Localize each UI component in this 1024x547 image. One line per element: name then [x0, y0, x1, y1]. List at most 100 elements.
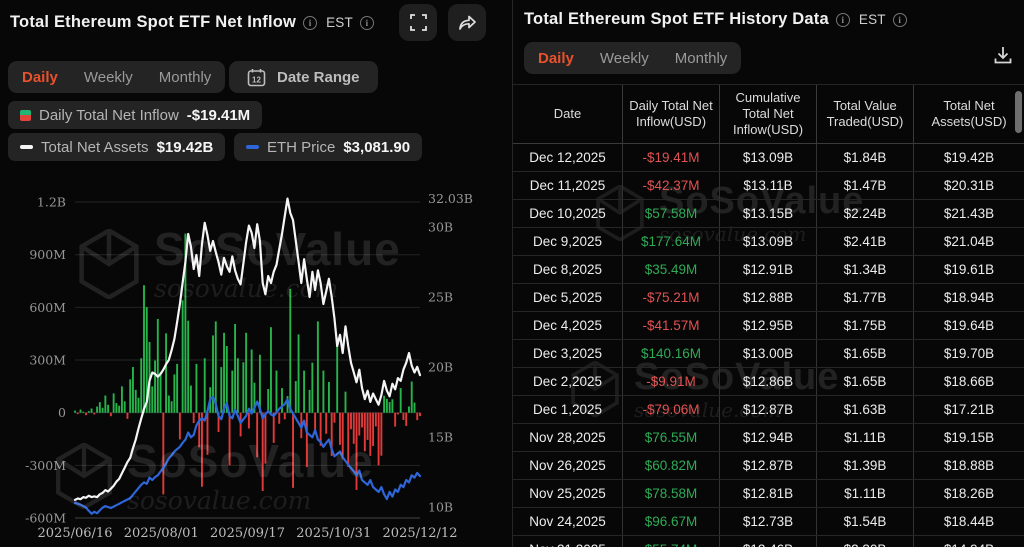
- cell-net-assets: $17.21B: [914, 396, 1024, 423]
- info-icon[interactable]: i: [303, 16, 317, 30]
- info-icon[interactable]: i: [836, 13, 850, 27]
- share-icon: [458, 14, 477, 31]
- legend-eth-price[interactable]: ETH Price $3,081.90: [234, 133, 422, 161]
- cell-net-assets: $18.66B: [914, 368, 1024, 395]
- legend-daily-net-inflow[interactable]: Daily Total Net Inflow -$19.41M: [8, 101, 262, 129]
- svg-text:2025/12/12: 2025/12/12: [383, 526, 458, 541]
- svg-text:30B: 30B: [428, 220, 453, 235]
- cell-daily-inflow: -$9.91M: [623, 368, 720, 395]
- table-row[interactable]: Dec 10,2025$57.58M$13.15B$2.24B$21.43B: [513, 200, 1024, 228]
- svg-text:2025/08/01: 2025/08/01: [124, 526, 199, 541]
- legend-value: -$19.41M: [187, 107, 250, 124]
- table-row[interactable]: Dec 11,2025-$42.37M$13.11B$1.47B$20.31B: [513, 172, 1024, 200]
- cell-cumulative-inflow: $12.91B: [720, 256, 817, 283]
- cell-date: Dec 5,2025: [513, 284, 623, 311]
- cell-value-traded: $2.30B: [817, 536, 914, 547]
- svg-text:0: 0: [58, 405, 66, 420]
- tab-weekly[interactable]: Weekly: [600, 50, 649, 67]
- svg-text:2025/10/31: 2025/10/31: [296, 526, 371, 541]
- cell-value-traded: $1.63B: [817, 396, 914, 423]
- eth-legend-icon: [246, 145, 259, 149]
- info-icon[interactable]: i: [360, 16, 374, 30]
- cell-date: Dec 4,2025: [513, 312, 623, 339]
- cell-date: Dec 9,2025: [513, 228, 623, 255]
- column-header-daily-inflow[interactable]: Daily Total Net Inflow(USD): [623, 85, 720, 143]
- cell-value-traded: $1.77B: [817, 284, 914, 311]
- svg-text:10B: 10B: [428, 499, 453, 514]
- cell-value-traded: $2.24B: [817, 200, 914, 227]
- table-row[interactable]: Nov 26,2025$60.82M$12.87B$1.39B$18.88B: [513, 452, 1024, 480]
- table-row[interactable]: Dec 5,2025-$75.21M$12.88B$1.77B$18.94B: [513, 284, 1024, 312]
- chart-period-tabs: Daily Weekly Monthly: [8, 61, 225, 93]
- table-row[interactable]: Dec 2,2025-$9.91M$12.86B$1.65B$18.66B: [513, 368, 1024, 396]
- cell-cumulative-inflow: $12.86B: [720, 368, 817, 395]
- table-row[interactable]: Dec 9,2025$177.64M$13.09B$2.41B$21.04B: [513, 228, 1024, 256]
- cell-net-assets: $18.44B: [914, 508, 1024, 535]
- table-row[interactable]: Dec 3,2025$140.16M$13.00B$1.65B$19.70B: [513, 340, 1024, 368]
- cell-cumulative-inflow: $13.11B: [720, 172, 817, 199]
- cell-value-traded: $1.65B: [817, 368, 914, 395]
- date-range-button[interactable]: 12 Date Range: [229, 61, 378, 93]
- cell-daily-inflow: $60.82M: [623, 452, 720, 479]
- cell-cumulative-inflow: $12.87B: [720, 452, 817, 479]
- column-header-cumulative-inflow[interactable]: Cumulative Total Net Inflow(USD): [720, 85, 817, 143]
- fullscreen-button[interactable]: [399, 4, 437, 41]
- table-row[interactable]: Dec 1,2025-$79.06M$12.87B$1.63B$17.21B: [513, 396, 1024, 424]
- column-header-value-traded[interactable]: Total Value Traded(USD): [817, 85, 914, 143]
- cell-cumulative-inflow: $12.94B: [720, 424, 817, 451]
- info-icon[interactable]: i: [893, 13, 907, 27]
- column-header-net-assets[interactable]: Total Net Assets(USD): [914, 85, 1024, 143]
- tab-weekly[interactable]: Weekly: [84, 69, 133, 86]
- cell-net-assets: $19.70B: [914, 340, 1024, 367]
- tab-monthly[interactable]: Monthly: [159, 69, 212, 86]
- assets-legend-icon: [20, 145, 33, 149]
- share-button[interactable]: [448, 4, 486, 41]
- cell-cumulative-inflow: $12.46B: [720, 536, 817, 547]
- download-button[interactable]: [992, 44, 1014, 71]
- cell-net-assets: $21.43B: [914, 200, 1024, 227]
- timezone-label: EST: [326, 15, 353, 30]
- table-row[interactable]: Dec 4,2025-$41.57M$12.95B$1.75B$19.64B: [513, 312, 1024, 340]
- svg-text:32.03B: 32.03B: [428, 191, 473, 206]
- svg-text:600M: 600M: [29, 300, 66, 315]
- table-row[interactable]: Nov 28,2025$76.55M$12.94B$1.11B$19.15B: [513, 424, 1024, 452]
- cell-cumulative-inflow: $13.09B: [720, 228, 817, 255]
- date-range-label: Date Range: [277, 69, 360, 86]
- table-row[interactable]: Dec 12,2025-$19.41M$13.09B$1.84B$19.42B: [513, 144, 1024, 172]
- table-scrollbar-thumb[interactable]: [1015, 91, 1022, 133]
- legend-total-net-assets[interactable]: Total Net Assets $19.42B: [8, 133, 225, 161]
- tab-monthly[interactable]: Monthly: [675, 50, 728, 67]
- table-row[interactable]: Dec 8,2025$35.49M$12.91B$1.34B$19.61B: [513, 256, 1024, 284]
- cell-date: Nov 24,2025: [513, 508, 623, 535]
- table-row[interactable]: Nov 24,2025$96.67M$12.73B$1.54B$18.44B: [513, 508, 1024, 536]
- table-title-text: Total Ethereum Spot ETF History Data: [524, 10, 829, 28]
- column-header-date[interactable]: Date: [513, 85, 623, 143]
- cell-net-assets: $21.04B: [914, 228, 1024, 255]
- cell-daily-inflow: -$79.06M: [623, 396, 720, 423]
- cell-date: Nov 26,2025: [513, 452, 623, 479]
- tab-daily[interactable]: Daily: [22, 69, 58, 86]
- cell-net-assets: $14.94B: [914, 536, 1024, 547]
- cell-net-assets: $19.64B: [914, 312, 1024, 339]
- cell-daily-inflow: -$19.41M: [623, 144, 720, 171]
- cell-cumulative-inflow: $12.81B: [720, 480, 817, 507]
- legend-label: ETH Price: [267, 139, 335, 156]
- inflow-legend-icon: [20, 110, 31, 121]
- table-row[interactable]: Nov 21,2025$55.74M$12.46B$2.30B$14.94B: [513, 536, 1024, 547]
- cell-value-traded: $2.41B: [817, 228, 914, 255]
- cell-daily-inflow: -$42.37M: [623, 172, 720, 199]
- cell-date: Dec 1,2025: [513, 396, 623, 423]
- etf-net-inflow-chart[interactable]: 1.2B900M600M300M0-300M-600M32.03B30B25B2…: [0, 185, 512, 547]
- table-row[interactable]: Nov 25,2025$78.58M$12.81B$1.11B$18.26B: [513, 480, 1024, 508]
- tab-daily[interactable]: Daily: [538, 50, 574, 67]
- cell-value-traded: $1.11B: [817, 424, 914, 451]
- legend-value: $3,081.90: [343, 139, 410, 156]
- cell-cumulative-inflow: $12.73B: [720, 508, 817, 535]
- cell-cumulative-inflow: $13.09B: [720, 144, 817, 171]
- cell-daily-inflow: $55.74M: [623, 536, 720, 547]
- legend-label: Daily Total Net Inflow: [39, 107, 179, 124]
- cell-daily-inflow: $140.16M: [623, 340, 720, 367]
- cell-date: Dec 11,2025: [513, 172, 623, 199]
- svg-text:900M: 900M: [29, 247, 66, 262]
- cell-date: Dec 2,2025: [513, 368, 623, 395]
